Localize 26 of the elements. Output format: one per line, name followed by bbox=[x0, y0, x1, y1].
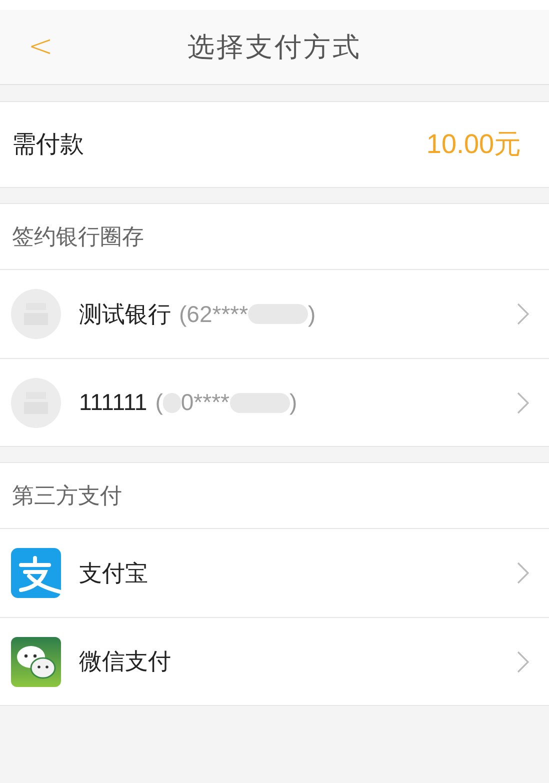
page-title: 选择支付方式 bbox=[188, 30, 362, 64]
card-number-fragment: ) bbox=[290, 388, 298, 418]
card-number-fragment: 0**** bbox=[180, 388, 230, 418]
card-number-fragment: ) bbox=[308, 300, 316, 329]
card-number-fragment: ( bbox=[155, 388, 163, 418]
chevron-right-icon bbox=[517, 562, 529, 584]
bank-logo-icon bbox=[11, 289, 61, 339]
option-name: 支付宝 bbox=[79, 558, 148, 588]
card-number-fragment: (62**** bbox=[179, 300, 248, 329]
alipay-icon bbox=[11, 548, 61, 598]
payment-option[interactable]: 支付宝 bbox=[0, 529, 549, 617]
payment-option[interactable]: 微信支付 bbox=[0, 617, 549, 705]
option-name: 测试银行 bbox=[79, 300, 171, 329]
payment-option[interactable]: 111111 ( 0**** ) bbox=[0, 358, 549, 446]
amount-value: 10.00元 bbox=[426, 128, 521, 162]
chevron-right-icon bbox=[517, 392, 529, 414]
section-header: 第三方支付 bbox=[12, 482, 122, 510]
amount-label: 需付款 bbox=[12, 130, 84, 160]
section-header: 签约银行圈存 bbox=[12, 223, 144, 251]
chevron-right-icon bbox=[517, 303, 529, 325]
payment-option[interactable]: 测试银行 (62**** ) bbox=[0, 270, 549, 358]
wechat-icon bbox=[11, 636, 61, 686]
chevron-right-icon bbox=[517, 650, 529, 672]
option-name: 微信支付 bbox=[79, 647, 171, 676]
bank-logo-icon bbox=[11, 378, 61, 428]
option-name: 111111 bbox=[79, 388, 148, 418]
